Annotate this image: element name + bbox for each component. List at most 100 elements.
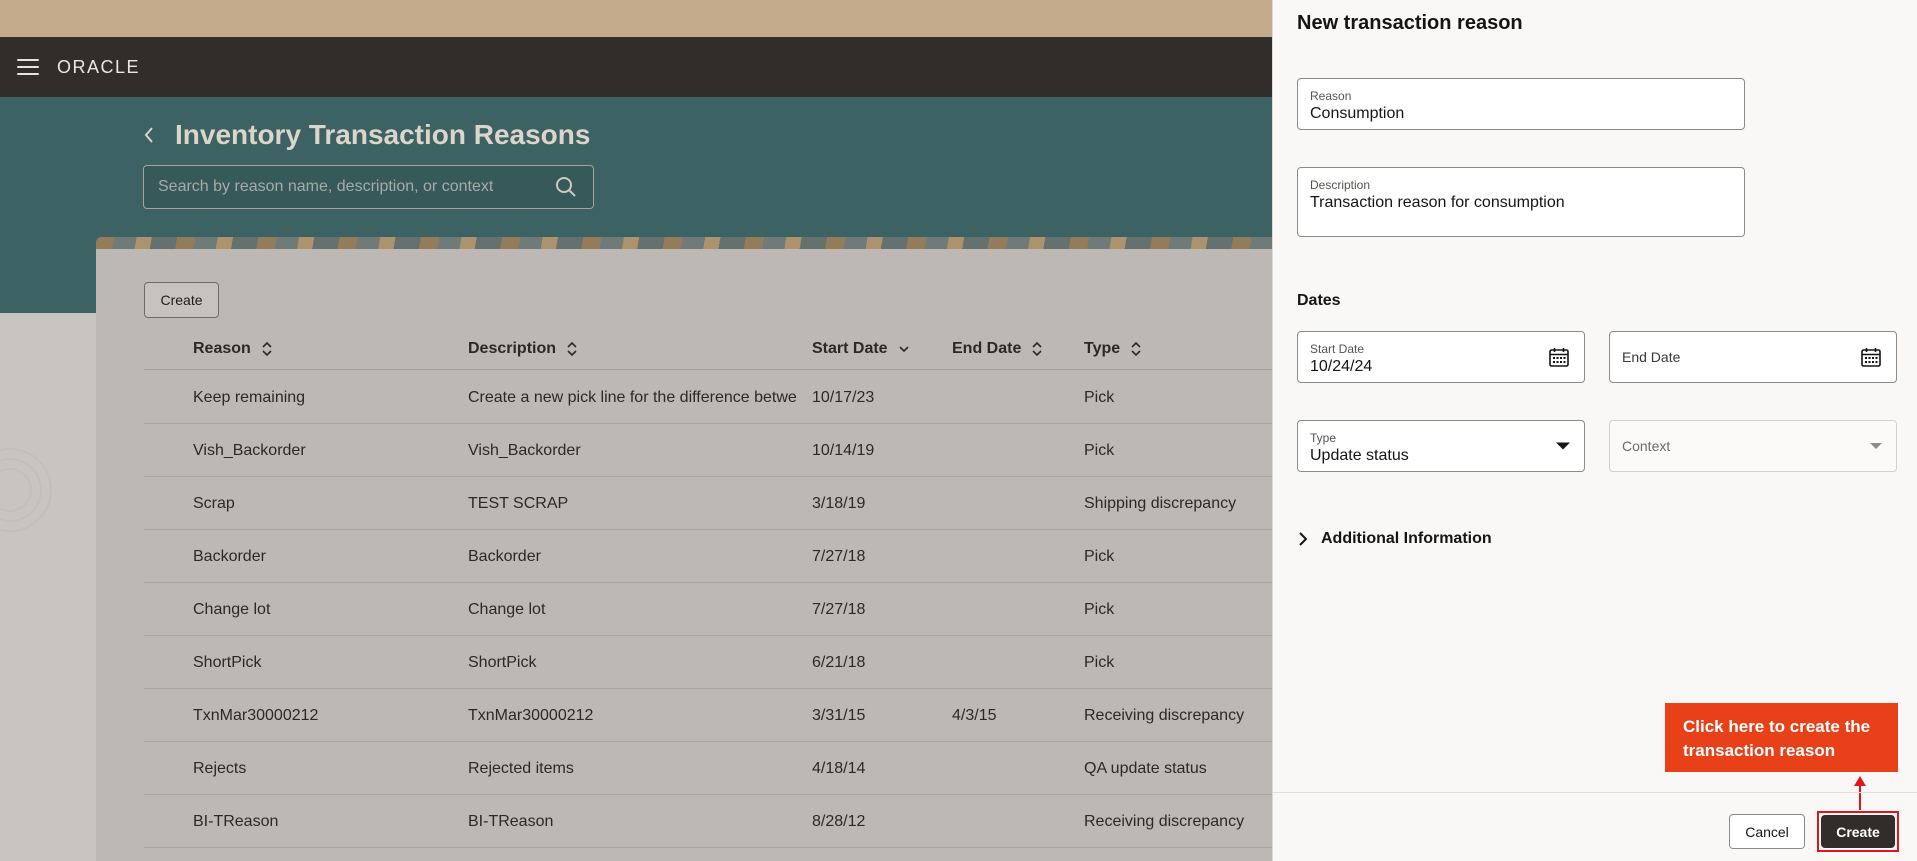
column-label: Type (1084, 340, 1121, 357)
cell-description: Change lot (468, 601, 546, 618)
chevron-right-icon (1299, 532, 1308, 546)
context-label: Context (1622, 438, 1671, 454)
cell-end-date (952, 371, 1072, 424)
cell-description: BI-TReason (468, 813, 554, 830)
cell-description: TEST SCRAP (468, 495, 569, 512)
sort-both-icon[interactable] (261, 341, 273, 357)
type-label: Type (1310, 431, 1337, 445)
cell-reason: Change lot (193, 601, 271, 618)
calendar-icon[interactable] (1548, 346, 1570, 368)
table-row[interactable]: TxnMar30000212 TxnMar30000212 3/31/15 4/… (144, 689, 1394, 742)
cell-reason: Rejects (193, 760, 247, 777)
type-value: Update status (1310, 447, 1409, 464)
column-label: Start Date (812, 340, 888, 357)
table-row[interactable]: ShortPick ShortPick 6/21/18 Pick (144, 636, 1394, 689)
cell-reason: TxnMar30000212 (193, 707, 319, 724)
new-transaction-reason-drawer: New transaction reason Reason Consumptio… (1272, 0, 1917, 861)
create-button[interactable]: Create (144, 282, 219, 318)
drawer-title: New transaction reason (1297, 12, 1523, 34)
cell-start-date: 3/18/19 (812, 495, 866, 512)
reason-field[interactable]: Reason Consumption (1297, 78, 1745, 130)
additional-information-toggle[interactable]: Additional Information (1297, 530, 1492, 548)
cell-description: Backorder (468, 548, 541, 565)
column-label: Description (468, 340, 557, 357)
sort-descending-icon[interactable] (898, 341, 910, 357)
context-select[interactable]: Context (1609, 420, 1897, 472)
sort-both-icon[interactable] (1031, 341, 1043, 357)
cell-end-date (952, 742, 1072, 795)
calendar-icon[interactable] (1860, 346, 1882, 368)
column-header-type[interactable]: Type (1084, 328, 1142, 370)
start-date-input[interactable]: 10/24/24 (1310, 358, 1372, 376)
decorative-pattern (0, 330, 96, 861)
description-field[interactable]: Description Transaction reason for consu… (1297, 167, 1745, 237)
table-row[interactable]: Scrap TEST SCRAP 3/18/19 Shipping discre… (144, 477, 1394, 530)
cell-description: Rejected items (468, 760, 574, 777)
table-row[interactable]: BI-TReason BI-TReason 8/28/12 Receiving … (144, 795, 1394, 848)
dropdown-caret-icon[interactable] (1556, 442, 1570, 450)
instruction-callout: Click here to create the transaction rea… (1665, 703, 1898, 772)
drawer-create-button[interactable]: Create (1821, 815, 1895, 848)
description-input[interactable]: Transaction reason for consumption (1310, 194, 1565, 212)
cell-end-date (952, 424, 1072, 477)
cell-end-date (952, 477, 1072, 530)
cell-reason: BI-TReason (193, 813, 279, 830)
sort-both-icon[interactable] (566, 341, 578, 357)
column-label: Reason (193, 340, 251, 357)
cell-start-date: 4/18/14 (812, 760, 866, 777)
hamburger-menu-icon[interactable] (17, 59, 39, 75)
dropdown-caret-icon[interactable] (1870, 443, 1882, 449)
cell-start-date: 8/28/12 (812, 813, 866, 830)
cell-start-date: 7/27/18 (812, 601, 866, 618)
cell-end-date: 4/3/15 (952, 707, 997, 724)
cell-reason: Backorder (193, 548, 266, 565)
type-select[interactable]: Type Update status (1297, 420, 1585, 472)
reason-input[interactable]: Consumption (1310, 105, 1404, 123)
column-header-description[interactable]: Description (468, 328, 578, 370)
back-chevron-icon[interactable] (142, 125, 156, 145)
reasons-table-card: Create Reason Description Start Date End… (96, 237, 1396, 861)
table-row[interactable]: Backorder Backorder 7/27/18 Pick (144, 530, 1394, 583)
table-row[interactable]: Change lot Change lot 7/27/18 Pick (144, 583, 1394, 636)
cell-start-date: 7/27/18 (812, 548, 866, 565)
cell-description: ShortPick (468, 654, 537, 671)
cell-end-date (952, 530, 1072, 583)
cell-description: Vish_Backorder (468, 442, 581, 459)
table-row[interactable]: Keep remaining Create a new pick line fo… (144, 371, 1394, 424)
search-icon[interactable] (555, 176, 577, 198)
cell-end-date (952, 795, 1072, 848)
column-header-start-date[interactable]: Start Date (812, 328, 910, 370)
cell-description: Create a new pick line for the differenc… (468, 389, 797, 406)
cell-description: TxnMar30000212 (468, 707, 594, 724)
cell-reason: ShortPick (193, 654, 262, 671)
end-date-label: End Date (1622, 349, 1681, 365)
cell-reason: Scrap (193, 495, 235, 512)
sort-both-icon[interactable] (1130, 341, 1142, 357)
search-input[interactable] (158, 178, 538, 196)
column-label: End Date (952, 340, 1022, 357)
reason-label: Reason (1310, 89, 1352, 103)
additional-information-label: Additional Information (1321, 530, 1492, 547)
table-row[interactable]: Rejects Rejected items 4/18/14 QA update… (144, 742, 1394, 795)
end-date-field[interactable]: End Date (1609, 331, 1897, 383)
cell-end-date (952, 583, 1072, 636)
start-date-field[interactable]: Start Date 10/24/24 (1297, 331, 1585, 383)
cell-reason: Vish_Backorder (193, 442, 306, 459)
oracle-logo: ORACLE (57, 56, 141, 77)
description-label: Description (1310, 178, 1371, 192)
footer-divider (1273, 792, 1917, 793)
dates-heading: Dates (1297, 292, 1341, 309)
cell-start-date: 10/17/23 (812, 389, 875, 406)
card-decoration (96, 237, 1396, 249)
cell-start-date: 3/31/15 (812, 707, 866, 724)
search-bar[interactable] (143, 165, 594, 209)
start-date-label: Start Date (1310, 342, 1365, 356)
cell-reason: Keep remaining (193, 389, 306, 406)
table-header: Reason Description Start Date End Date T… (144, 328, 1394, 370)
table-row[interactable]: Vish_Backorder Vish_Backorder 10/14/19 P… (144, 424, 1394, 477)
column-header-end-date[interactable]: End Date (952, 328, 1043, 370)
cancel-button[interactable]: Cancel (1729, 814, 1805, 849)
page-title: Inventory Transaction Reasons (175, 119, 591, 150)
cell-start-date: 6/21/18 (812, 654, 866, 671)
column-header-reason[interactable]: Reason (193, 328, 273, 370)
